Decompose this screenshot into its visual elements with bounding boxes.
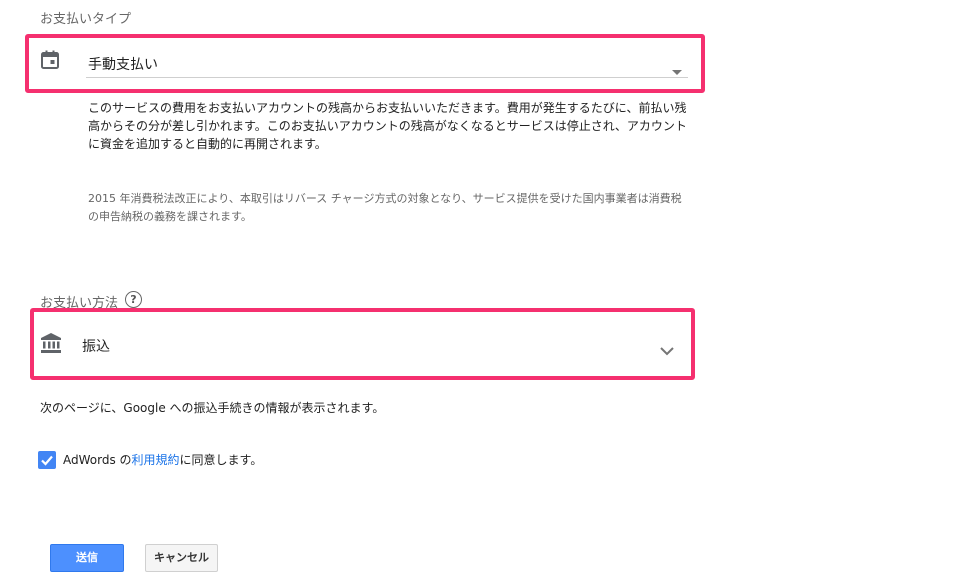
bank-icon bbox=[40, 332, 62, 358]
payment-method-value: 振込 bbox=[82, 339, 110, 355]
payment-type-description: このサービスの費用をお支払いアカウントの残高からお支払いいただきます。費用が発生… bbox=[88, 101, 687, 151]
tax-note: 2015 年消費税法改正により、本取引はリバース チャージ方式の対象となり、サー… bbox=[88, 192, 682, 223]
terms-text: AdWords の利用規約に同意します。 bbox=[63, 451, 262, 468]
terms-prefix: AdWords の bbox=[63, 453, 132, 467]
help-circle-icon[interactable]: ? bbox=[125, 291, 142, 308]
payment-method-select[interactable]: 振込 bbox=[38, 316, 688, 372]
select-underline bbox=[86, 77, 688, 78]
submit-button[interactable]: 送信 bbox=[50, 544, 124, 572]
terms-checkbox[interactable] bbox=[38, 451, 56, 469]
terms-link[interactable]: 利用規約 bbox=[132, 453, 180, 467]
chevron-down-icon bbox=[660, 341, 674, 360]
payment-type-value: 手動支払い bbox=[88, 57, 158, 73]
cancel-button[interactable]: キャンセル bbox=[145, 544, 218, 572]
payment-type-label: お支払いタイプ bbox=[40, 12, 132, 27]
checkmark-icon bbox=[41, 455, 53, 466]
terms-suffix: に同意します。 bbox=[179, 453, 263, 467]
transfer-info: 次のページに、Google への振込手続きの情報が表示されます。 bbox=[40, 401, 385, 415]
calendar-icon bbox=[40, 50, 60, 74]
payment-type-select[interactable]: 手動支払い bbox=[38, 36, 690, 84]
